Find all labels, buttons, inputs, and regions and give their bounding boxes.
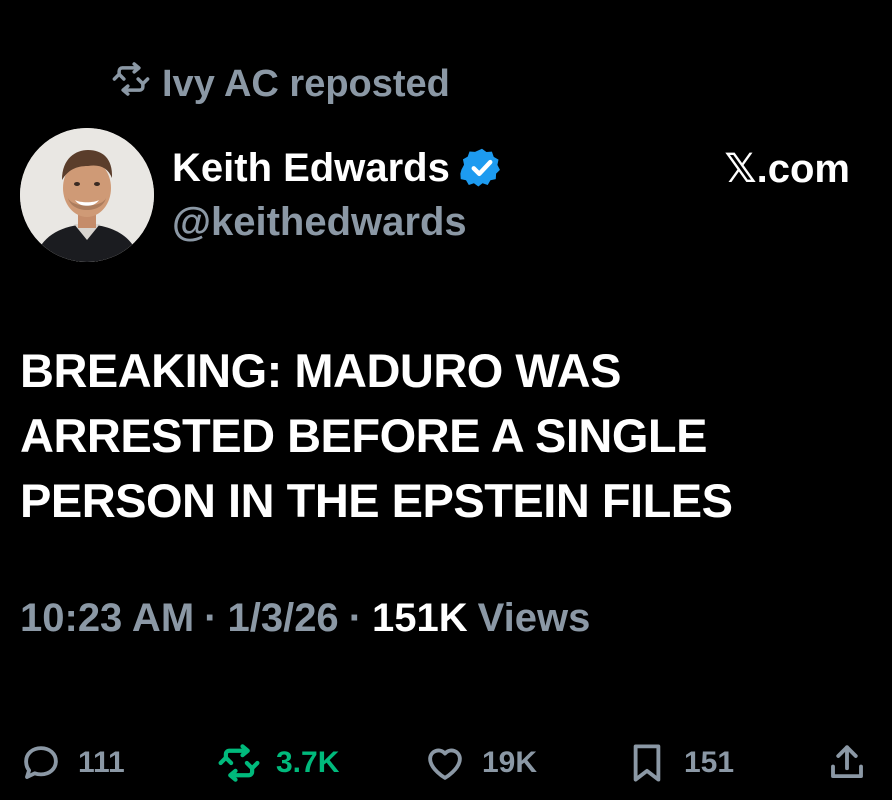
bookmark-icon	[626, 742, 668, 784]
tweet-line: PERSON IN THE EPSTEIN FILES	[20, 474, 733, 527]
views-count[interactable]: 151K	[372, 596, 468, 641]
views-label: Views	[477, 595, 591, 640]
like-count: 19K	[482, 746, 538, 779]
heart-icon	[424, 742, 466, 784]
tweet-time[interactable]: 10:23 AM	[20, 596, 194, 641]
tweet-date[interactable]: 1/3/26	[227, 596, 338, 641]
share-button[interactable]	[826, 738, 868, 788]
author-name-row[interactable]: Keith Edwards	[172, 144, 504, 192]
tweet-meta: 10:23 AM · 1/3/26 · 151K Views	[20, 592, 590, 644]
reply-button[interactable]: 111	[20, 738, 125, 788]
repost-label: Ivy AC reposted	[162, 62, 450, 105]
author-handle[interactable]: @keithedwards	[172, 200, 467, 245]
bookmark-button[interactable]: 151	[626, 738, 734, 788]
tweet-line: BREAKING: MADURO WAS	[20, 344, 621, 397]
action-bar: 111 3.7K 19K 151	[0, 738, 892, 788]
tweet-line: ARRESTED BEFORE A SINGLE	[20, 409, 707, 462]
tweet-text: BREAKING: MADURO WAS ARRESTED BEFORE A S…	[20, 338, 860, 533]
repost-icon	[112, 60, 150, 108]
bookmark-count: 151	[684, 746, 735, 779]
source-label: 𝕏.com	[724, 147, 850, 191]
author-display-name[interactable]: Keith Edwards	[172, 146, 450, 191]
meta-separator: ·	[348, 595, 363, 640]
repost-button[interactable]: 3.7K	[218, 738, 339, 788]
verified-badge-icon[interactable]	[460, 146, 504, 190]
repost-icon	[218, 742, 260, 784]
share-icon	[826, 742, 868, 784]
repost-count: 3.7K	[276, 746, 340, 779]
like-button[interactable]: 19K	[424, 738, 537, 788]
meta-separator: ·	[204, 595, 218, 640]
repost-indicator[interactable]: Ivy AC reposted	[112, 60, 450, 108]
avatar[interactable]	[20, 128, 154, 262]
reply-icon	[20, 742, 62, 784]
reply-count: 111	[78, 746, 125, 779]
